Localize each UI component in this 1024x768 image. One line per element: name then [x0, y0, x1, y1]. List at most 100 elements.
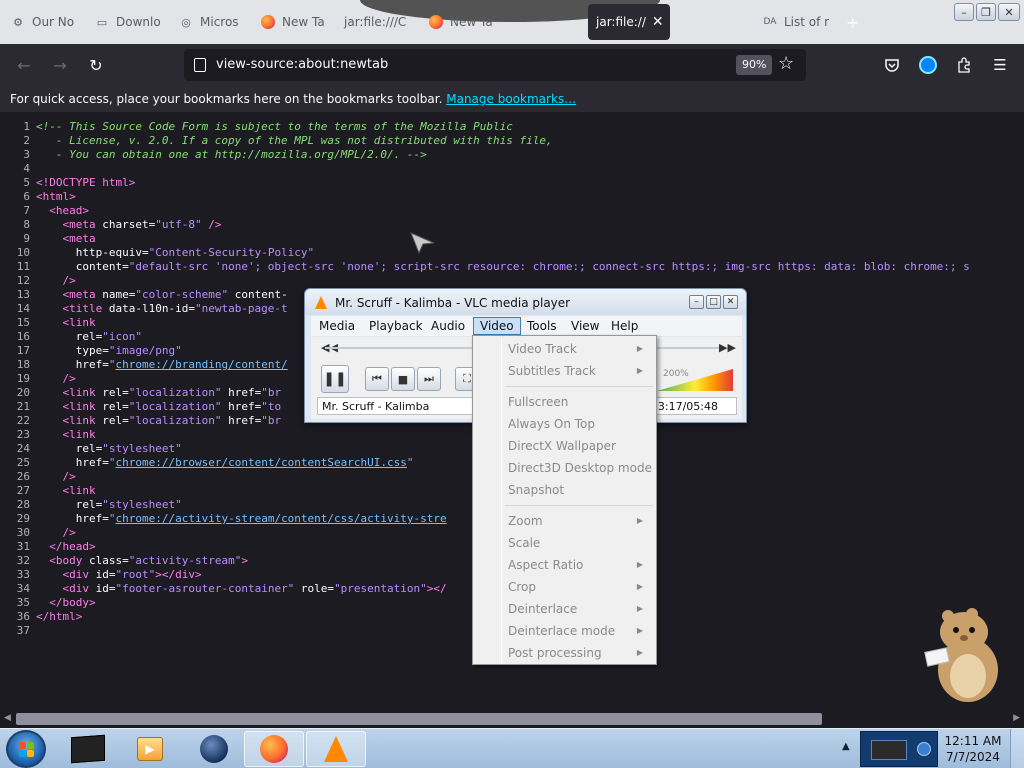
- clock-time: 12:11 AM: [944, 734, 1002, 748]
- url-text[interactable]: view-source:about:newtab: [216, 57, 388, 72]
- back-button[interactable]: ←: [12, 53, 36, 77]
- scrollbar-thumb[interactable]: [16, 713, 822, 725]
- vlc-minimize-button[interactable]: –: [689, 295, 704, 309]
- vlc-menu-help[interactable]: Help: [605, 317, 644, 335]
- menu-item-direct3d-desktop-mode[interactable]: Direct3D Desktop mode: [474, 457, 655, 479]
- menu-item-crop[interactable]: Crop ▶: [474, 576, 655, 598]
- system-tray-thumbnail[interactable]: [860, 731, 938, 767]
- manage-bookmarks-link[interactable]: Manage bookmarks…: [446, 92, 576, 106]
- reload-button[interactable]: ↻: [84, 53, 108, 77]
- tray-app-icon: [871, 740, 907, 760]
- vlc-title-bar[interactable]: Mr. Scruff - Kalimba - VLC media player …: [305, 289, 746, 315]
- browser-tab[interactable]: ▭ Downlo: [86, 4, 166, 40]
- taskbar-media-player-app[interactable]: ▶: [120, 731, 180, 767]
- source-token: [36, 204, 49, 217]
- bookmark-star-icon[interactable]: ☆: [778, 53, 794, 74]
- menu-item-zoom[interactable]: Zoom ▶: [474, 510, 655, 532]
- menu-item-deinterlace[interactable]: Deinterlace ▶: [474, 598, 655, 620]
- browser-tab[interactable]: jar:file:///C: [336, 4, 416, 40]
- browser-tab[interactable]: ◎ Micros: [170, 4, 250, 40]
- pause-button[interactable]: ❚❚: [321, 365, 349, 393]
- source-line: 27 <link: [0, 484, 96, 498]
- source-token: </body>: [49, 596, 96, 609]
- vlc-menu-video[interactable]: Video: [473, 317, 521, 335]
- source-token: <meta: [62, 232, 96, 245]
- vlc-menu-media[interactable]: Media: [313, 317, 361, 335]
- source-link[interactable]: chrome://browser/content/contentSearchUI…: [116, 456, 407, 469]
- browser-tab[interactable]: jar:file:// ✕: [588, 4, 670, 40]
- previous-button[interactable]: ⏮: [365, 367, 389, 391]
- source-token: charset=: [102, 218, 156, 231]
- stop-icon: ■: [397, 372, 409, 386]
- close-tab-icon[interactable]: ✕: [652, 14, 664, 30]
- next-button[interactable]: ⏭: [417, 367, 441, 391]
- line-number: 18: [16, 358, 30, 371]
- menu-item-aspect-ratio[interactable]: Aspect Ratio ▶: [474, 554, 655, 576]
- browser-tab[interactable]: New Ta: [420, 4, 500, 40]
- vlc-maximize-button[interactable]: □: [706, 295, 721, 309]
- source-link[interactable]: chrome://branding/content/: [116, 358, 288, 371]
- browser-tab[interactable]: New Ta: [252, 4, 332, 40]
- show-hidden-icons-button[interactable]: ▲: [842, 741, 850, 752]
- playback-time[interactable]: 3:17/05:48: [658, 400, 718, 413]
- menu-item-post-processing[interactable]: Post processing ▶: [474, 642, 655, 664]
- zoom-level-badge[interactable]: 90%: [736, 55, 773, 75]
- faster-icon[interactable]: ▶▶: [719, 341, 736, 354]
- source-token: <html>: [36, 190, 76, 203]
- source-token: [36, 414, 63, 427]
- vlc-menu-tools[interactable]: Tools: [521, 317, 563, 335]
- source-token: content-: [228, 288, 288, 301]
- taskbar-vlc-app[interactable]: [306, 731, 366, 767]
- show-desktop-button[interactable]: [1010, 729, 1024, 768]
- vlc-close-button[interactable]: ✕: [723, 295, 738, 309]
- source-token: />: [201, 218, 222, 231]
- vlc-menu-playback[interactable]: Playback: [363, 317, 429, 335]
- menu-item-snapshot[interactable]: Snapshot: [474, 479, 655, 501]
- start-button[interactable]: [6, 730, 46, 768]
- browser-tab[interactable]: DA List of r: [754, 4, 834, 40]
- account-button[interactable]: [918, 55, 938, 75]
- forward-button[interactable]: →: [48, 53, 72, 77]
- menu-item-video-track[interactable]: Video Track ▶: [474, 338, 655, 360]
- globe-icon: [200, 735, 228, 763]
- extensions-icon[interactable]: [954, 55, 974, 75]
- vlc-menu-audio[interactable]: Audio: [425, 317, 471, 335]
- source-token: rel=: [102, 386, 129, 399]
- menu-item-deinterlace-mode[interactable]: Deinterlace mode ▶: [474, 620, 655, 642]
- taskbar-terminal-app[interactable]: [58, 731, 118, 767]
- menu-item-label: Fullscreen: [508, 395, 569, 409]
- source-token: [36, 442, 76, 455]
- hamburger-menu-icon[interactable]: ☰: [990, 55, 1010, 75]
- browser-tab[interactable]: ⚙ Our No: [2, 4, 82, 40]
- stop-button[interactable]: ■: [391, 367, 415, 391]
- line-number: 31: [16, 540, 30, 553]
- menu-item-fullscreen[interactable]: Fullscreen: [474, 391, 655, 413]
- taskbar-firefox-app[interactable]: [244, 731, 304, 767]
- horizontal-scrollbar[interactable]: ◀ ▶: [0, 710, 1024, 728]
- new-tab-button[interactable]: +: [838, 4, 868, 40]
- source-token: [36, 540, 49, 553]
- menu-item-scale[interactable]: Scale: [474, 532, 655, 554]
- network-icon[interactable]: [917, 742, 931, 756]
- maximize-button[interactable]: ❐: [976, 3, 996, 21]
- menu-item-subtitles-track[interactable]: Subtitles Track ▶: [474, 360, 655, 382]
- desktop-pet-hamster-icon[interactable]: [922, 606, 1004, 706]
- pocket-icon[interactable]: [882, 55, 902, 75]
- scroll-left-icon[interactable]: ◀: [4, 713, 11, 723]
- vlc-menu-view[interactable]: View: [565, 317, 605, 335]
- close-window-button[interactable]: ✕: [998, 3, 1020, 21]
- scroll-right-icon[interactable]: ▶: [1013, 713, 1020, 723]
- taskbar-globe-app[interactable]: [184, 731, 244, 767]
- source-link[interactable]: chrome://activity-stream/content/css/act…: [116, 512, 447, 525]
- line-number: 25: [16, 456, 30, 469]
- submenu-arrow-icon: ▶: [636, 516, 643, 525]
- source-line: 26 />: [0, 470, 76, 484]
- menu-item-always-on-top[interactable]: Always On Top: [474, 413, 655, 435]
- source-token: <meta: [62, 288, 103, 301]
- source-token: "stylesheet": [102, 442, 182, 455]
- system-clock[interactable]: 12:11 AM 7/7/2024: [940, 733, 1006, 765]
- menu-item-directx-wallpaper[interactable]: DirectX Wallpaper: [474, 435, 655, 457]
- minimize-button[interactable]: –: [954, 3, 974, 21]
- url-bar[interactable]: view-source:about:newtab 90% ☆: [184, 49, 806, 81]
- source-token: <link: [62, 316, 96, 329]
